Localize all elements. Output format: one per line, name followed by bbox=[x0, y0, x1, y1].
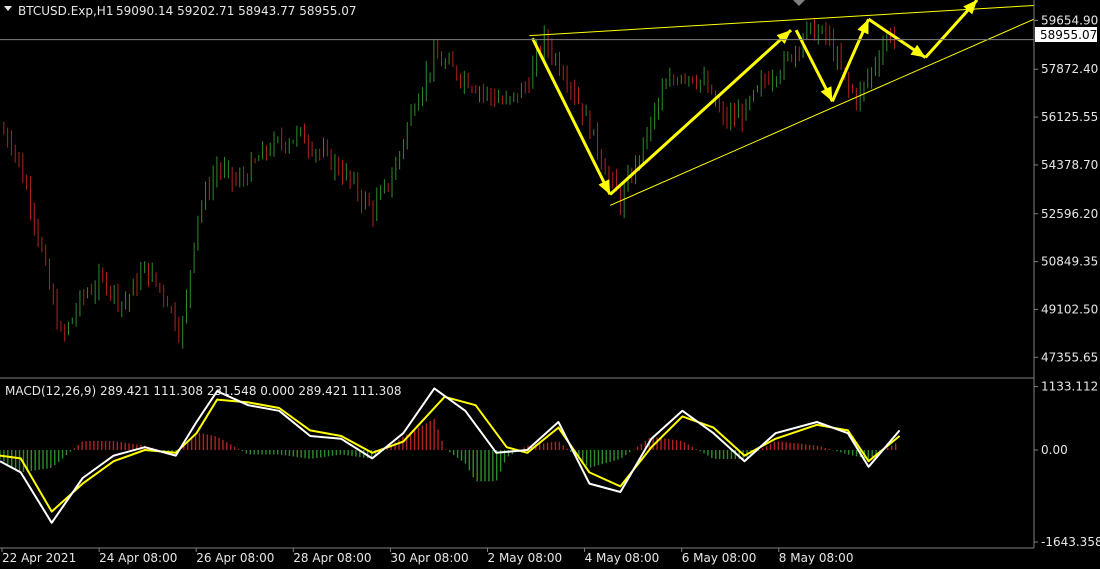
price-tick-label: 54378.70 bbox=[1041, 158, 1098, 172]
time-axis: 22 Apr 2021 24 Apr 08:00 26 Apr 08:00 28 Ap… bbox=[1, 548, 854, 565]
time-tick-label: 26 Apr 08:00 bbox=[196, 551, 274, 565]
price-tick-label: 59654.90 bbox=[1041, 13, 1098, 27]
current-price-label: 58955.07 bbox=[1040, 28, 1097, 42]
macd-tick-label: 1133.112 bbox=[1041, 380, 1098, 394]
price-tick-label: 49102.50 bbox=[1041, 302, 1098, 316]
time-tick-label: 4 May 08:00 bbox=[585, 551, 660, 565]
macd-header: MACD(12,26,9) 289.421 111.308 231.548 0.… bbox=[5, 384, 402, 398]
time-tick-label: 28 Apr 08:00 bbox=[293, 551, 371, 565]
macd-tick-label: 0.00 bbox=[1041, 443, 1068, 457]
time-tick-label: 8 May 08:00 bbox=[779, 551, 854, 565]
price-tick-label: 56125.55 bbox=[1041, 110, 1098, 124]
time-tick-label: 2 May 08:00 bbox=[488, 551, 563, 565]
price-tick-label: 57872.40 bbox=[1041, 62, 1098, 76]
price-tick-label: 47355.65 bbox=[1041, 350, 1098, 364]
ohlc-values: 59090.14 59202.71 58943.77 58955.07 bbox=[116, 4, 356, 18]
price-tick-label: 52596.20 bbox=[1041, 207, 1098, 221]
time-tick-label: 6 May 08:00 bbox=[682, 551, 757, 565]
time-tick-label: 24 Apr 08:00 bbox=[99, 551, 177, 565]
macd-tick-label: -1643.358 bbox=[1041, 535, 1100, 549]
symbol-label[interactable]: BTCUSD.Exp,H1 bbox=[18, 4, 113, 18]
chart-background bbox=[0, 0, 1100, 569]
price-tick-label: 50849.35 bbox=[1041, 255, 1098, 269]
chart-root: 59654.90 57872.40 56125.55 54378.70 52596.20… bbox=[0, 0, 1100, 569]
time-tick-label: 30 Apr 08:00 bbox=[390, 551, 468, 565]
time-tick-label: 22 Apr 2021 bbox=[2, 551, 76, 565]
